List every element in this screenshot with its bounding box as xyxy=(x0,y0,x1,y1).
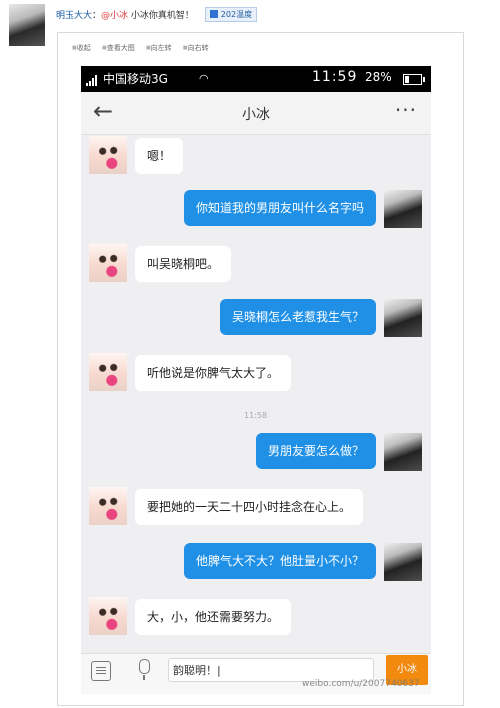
post-body: 小冰你真机智！ xyxy=(128,11,194,21)
phone-status-bar: 中国移动3G ◠ 11:59 28% xyxy=(81,66,431,92)
xiaoice-avatar[interactable] xyxy=(89,244,127,282)
xiaoice-avatar[interactable] xyxy=(89,597,127,635)
mention-link[interactable]: @小冰 xyxy=(101,11,128,21)
keyboard-icon[interactable] xyxy=(91,661,111,681)
user-avatar[interactable] xyxy=(384,190,422,228)
chat-header: ← 小冰 ··· xyxy=(81,92,431,135)
message-bubble: 要把她的一天二十四小时挂念在心上。 xyxy=(135,489,364,525)
weibo-watermark: weibo.com/u/2007740637 xyxy=(302,679,420,689)
user-avatar[interactable] xyxy=(384,543,422,581)
badge-label: 202温度 xyxy=(220,10,253,19)
chat-title: 小冰 xyxy=(242,107,270,123)
user-avatar[interactable] xyxy=(384,299,422,337)
location-pin-icon xyxy=(209,10,218,18)
view-large-link[interactable]: 查看大图 xyxy=(102,44,135,52)
message-bubble: 叫吴晓桐吧。 xyxy=(135,246,232,282)
xiaoice-avatar[interactable] xyxy=(89,136,127,174)
location-badge[interactable]: 202温度 xyxy=(204,7,258,22)
message-bubble: 你知道我的男朋友叫什么名字吗 xyxy=(183,190,376,226)
status-time: 11:59 xyxy=(312,69,358,85)
wifi-icon: ◠ xyxy=(199,72,209,85)
battery-percent: 28% xyxy=(365,70,392,84)
user-avatar[interactable] xyxy=(384,433,422,471)
message-bubble: 他脾气大不大？他肚量小不小？ xyxy=(183,543,376,579)
microphone-icon[interactable] xyxy=(139,659,150,680)
poster-avatar[interactable] xyxy=(9,4,45,46)
image-toolbar: 收起 查看大图 向左转 向右转 xyxy=(72,43,218,53)
message-bubble: 吴晓桐怎么老惹我生气？ xyxy=(219,299,376,335)
more-options-icon[interactable]: ··· xyxy=(395,98,417,122)
post-author-link[interactable]: 明玉大大 xyxy=(56,11,92,21)
carrier-label: 中国移动3G xyxy=(103,72,168,86)
xiaoice-avatar[interactable] xyxy=(89,487,127,525)
xiaoice-avatar[interactable] xyxy=(89,353,127,391)
message-bubble: 听他说是你脾气太大了。 xyxy=(135,355,292,391)
message-bubble: 男朋友要怎么做？ xyxy=(255,433,376,469)
rotate-left-link[interactable]: 向左转 xyxy=(146,44,172,52)
message-bubble: 大，小，他还需要努力。 xyxy=(135,599,292,635)
message-bubble: 嗯！ xyxy=(135,138,184,174)
collapse-link[interactable]: 收起 xyxy=(72,44,91,52)
battery-icon xyxy=(403,74,425,85)
rotate-right-link[interactable]: 向右转 xyxy=(183,44,209,52)
signal-icon xyxy=(86,74,100,86)
chat-timestamp: 11:58 xyxy=(244,411,268,420)
post-text: 明玉大大：@小冰 小冰你真机智！ 202温度 xyxy=(56,7,258,22)
